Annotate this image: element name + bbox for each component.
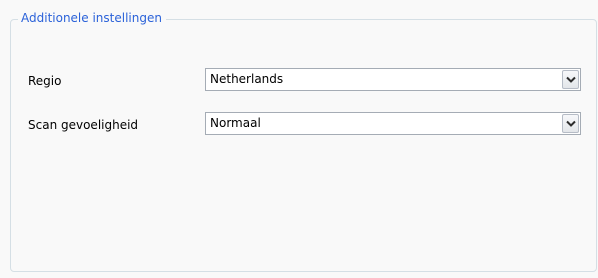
scan-sensitivity-dropdown-button[interactable] (562, 114, 579, 133)
regio-selected-value: Netherlands (210, 72, 284, 86)
scan-sensitivity-label: Scan gevoeligheid (28, 118, 139, 132)
regio-dropdown[interactable]: Netherlands (205, 68, 581, 91)
regio-label: Regio (28, 74, 62, 88)
regio-dropdown-button[interactable] (562, 70, 579, 89)
scan-sensitivity-selected-value: Normaal (210, 116, 261, 130)
scan-sensitivity-dropdown[interactable]: Normaal (205, 112, 581, 135)
chevron-down-icon (566, 120, 576, 127)
group-title: Additionele instellingen (18, 10, 166, 27)
settings-panel: Additionele instellingen Regio Netherlan… (0, 0, 598, 278)
chevron-down-icon (566, 76, 576, 83)
additional-settings-group (10, 19, 597, 272)
